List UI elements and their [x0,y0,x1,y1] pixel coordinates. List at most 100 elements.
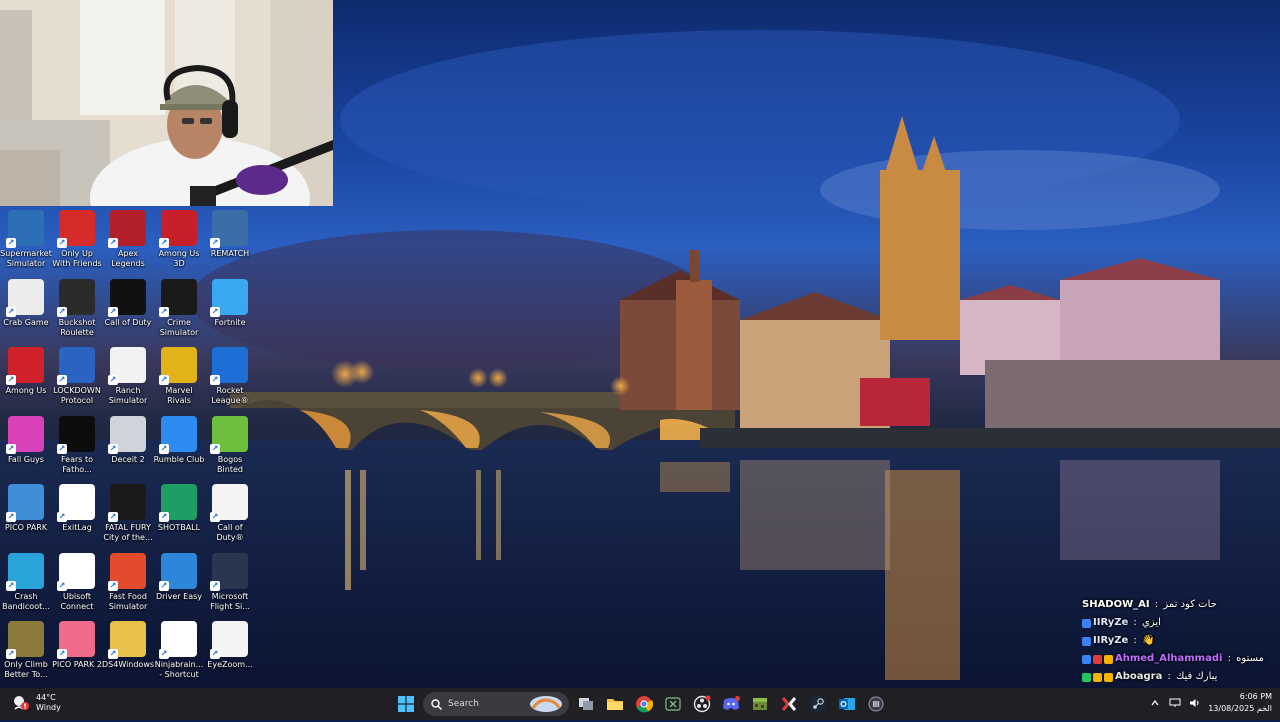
desktop-icon[interactable]: ↗ Crime Simulator [153,278,205,345]
desktop-icon[interactable]: ↗ REMATCH [204,210,256,276]
search-input[interactable] [448,699,528,709]
desktop-icon[interactable]: ↗ DS4Windows [102,621,154,687]
network-button[interactable] [1168,691,1182,715]
desktop-icon[interactable]: ↗ SHOTBALL [153,484,205,550]
desktop-icon[interactable]: ↗ LOCKDOWN Protocol [51,347,103,413]
desktop-icon[interactable]: ↗ Ubisoft Connect [51,552,103,619]
shortcut-arrow-icon: ↗ [210,375,220,385]
system-clock[interactable]: 6:06 PM الخم 13/08/2025 [1208,691,1272,715]
shortcut-arrow-icon: ↗ [159,443,169,454]
desktop-icon[interactable]: ↗ Ranch Simulator [102,347,154,413]
desktop-icon[interactable]: ↗ Ninjabrain... - Shortcut [153,621,205,687]
search-highlight-icon [530,696,562,712]
desktop-icon[interactable]: ↗ Fast Food Simulator [102,552,154,619]
app-icon: ↗ [108,552,146,591]
desktop-icon-label: ExitLag [62,523,92,532]
shortcut-arrow-icon: ↗ [57,512,67,522]
outlook-icon [839,698,855,710]
weather-widget[interactable]: 44°C Windy [10,693,61,713]
taskbar-chrome[interactable] [632,692,656,716]
taskbar-apps [394,692,888,716]
shortcut-arrow-icon: ↗ [57,306,67,317]
shortcut-arrow-icon: ↗ [57,580,67,591]
desktop-icon-label: Crash Bandicoot... [2,591,50,611]
taskbar-xbox[interactable] [661,692,685,716]
taskbar-app-extra[interactable] [864,692,888,716]
desktop-icon[interactable]: ↗ EyeZoom... [204,621,256,687]
desktop-icon[interactable]: ↗ Call of Duty® [204,484,256,550]
chat-message: IIRyZe : 👋 [1082,632,1278,650]
desktop-icon[interactable]: ↗ PICO PARK 2 [51,621,103,687]
app-icon: ↗ [210,347,248,385]
desktop-icon[interactable]: ↗ Among Us [0,347,52,413]
start-button[interactable] [394,692,418,716]
tray-overflow-button[interactable] [1148,691,1162,715]
desktop-icon[interactable]: ↗ FATAL FURY City of the... [102,484,154,550]
app-icon: ↗ [6,415,44,454]
chat-badge-icon [1104,654,1113,664]
taskbar: 44°C Windy Search 6:06 PM الخم 13/08/202… [0,688,1280,720]
shortcut-arrow-icon: ↗ [108,375,118,385]
steam-icon [810,696,826,712]
app-icon: ↗ [6,210,44,248]
chevron-up-icon [1151,700,1159,706]
volume-button[interactable] [1188,691,1202,715]
taskbar-outlook[interactable] [835,692,859,716]
desktop-icon-label: Call of Duty [104,317,152,327]
shortcut-arrow-icon: ↗ [57,375,67,385]
app-icon: ↗ [6,552,44,591]
clock-date: الخم 13/08/2025 [1208,703,1272,715]
desktop-icon[interactable]: ↗ Only Climb Better To... [0,621,52,687]
desktop-icon[interactable]: ↗ Driver Easy [153,552,205,619]
desktop-icon[interactable]: ↗ Deceit 2 [102,415,154,482]
taskbar-file-explorer[interactable] [603,692,627,716]
desktop-icon-label: EyeZoom... [207,660,253,669]
shortcut-arrow-icon: ↗ [159,649,169,659]
shortcut-arrow-icon: ↗ [6,443,16,454]
app-icon: ↗ [108,484,146,522]
desktop-icon[interactable]: ↗ Fall Guys [0,415,52,482]
chat-separator: : [1130,635,1140,646]
desktop-icon[interactable]: ↗ Among Us 3D [153,210,205,276]
chat-text: ايزي [1141,617,1161,628]
shortcut-arrow-icon: ↗ [108,580,118,591]
taskbar-exitlag[interactable] [777,692,801,716]
app-icon: ↗ [108,621,146,659]
chat-separator: : [1130,617,1140,628]
desktop-icon[interactable]: ↗ Supermarket Simulator [0,210,52,276]
taskbar-obs[interactable] [690,692,714,716]
task-view-button[interactable] [574,692,598,716]
desktop-icon[interactable]: ↗ Bogos Binted [204,415,256,482]
taskbar-minecraft[interactable] [748,692,772,716]
shortcut-arrow-icon: ↗ [159,512,169,522]
search-icon [431,698,442,710]
desktop-icon[interactable]: ↗ Rocket League® [204,347,256,413]
desktop-icon[interactable]: ↗ Fortnite [204,278,256,345]
chat-badge-icon [1082,636,1091,646]
desktop-icon-label: Supermarket Simulator [0,249,52,268]
desktop-icon[interactable]: ↗ ExitLag [51,484,103,550]
app-icon: ↗ [57,621,95,659]
desktop-icon[interactable]: ↗ Microsoft Flight Si... [204,552,256,619]
desktop-icon[interactable]: ↗ Fears to Fatho... [51,415,103,482]
desktop-icon[interactable]: ↗ Rumble Club [153,415,205,482]
shortcut-arrow-icon: ↗ [6,306,16,317]
desktop-icon-label: Only Up With Friends [52,249,102,268]
taskbar-search[interactable] [423,692,569,716]
shortcut-arrow-icon: ↗ [210,512,220,522]
desktop-icon[interactable]: ↗ Crash Bandicoot... [0,552,52,619]
desktop-icon[interactable]: ↗ Call of Duty [102,278,154,345]
taskbar-discord[interactable] [719,692,743,716]
weather-icon [10,693,30,713]
desktop-icon[interactable]: ↗ PICO PARK [0,484,52,550]
shortcut-arrow-icon: ↗ [6,512,16,522]
desktop-icon[interactable]: ↗ Apex Legends [102,210,154,276]
taskbar-steam[interactable] [806,692,830,716]
desktop-icon[interactable]: ↗ Marvel Rivals [153,347,205,413]
desktop-icon[interactable]: ↗ Buckshot Roulette [51,278,103,345]
desktop-icon-label: REMATCH [210,249,250,258]
desktop-icon[interactable]: ↗ Only Up With Friends [51,210,103,276]
desktop-icon-label: Microsoft Flight Si... [210,591,250,611]
clock-time: 6:06 PM [1239,692,1272,701]
desktop-icon[interactable]: ↗ Crab Game [0,278,52,345]
